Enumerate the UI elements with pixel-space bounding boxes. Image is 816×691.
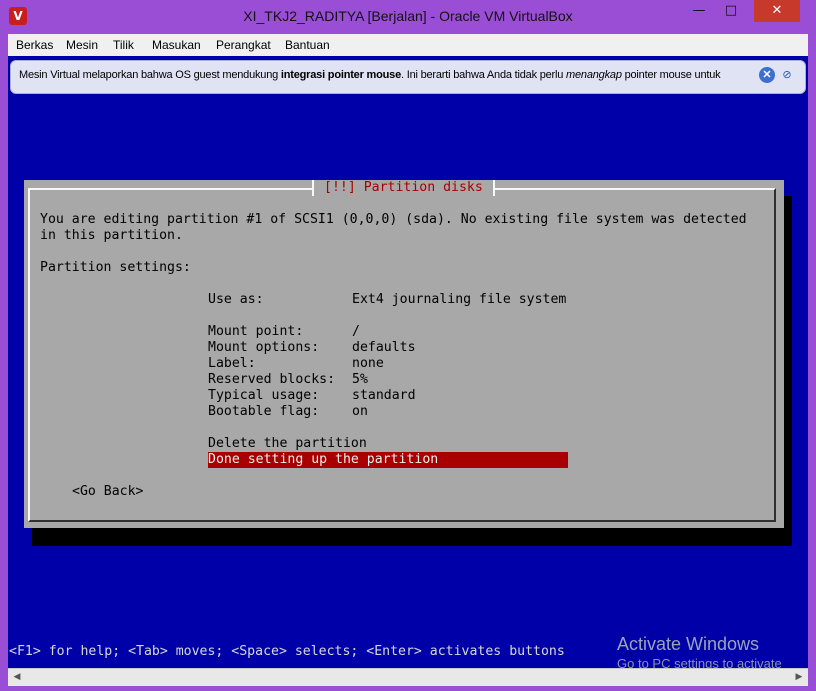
maximize-button[interactable]: □ (718, 0, 744, 22)
horizontal-scrollbar[interactable]: ◀ ▶ (8, 668, 808, 686)
setting-key-label[interactable]: Label: (208, 356, 256, 372)
setting-value-typical-usage[interactable]: standard (352, 388, 416, 404)
setting-key-mount-options[interactable]: Mount options: (208, 340, 319, 356)
go-back-button[interactable]: <Go Back> (72, 484, 143, 500)
settings-heading: Partition settings: (40, 260, 191, 275)
notice-text: Mesin Virtual melaporkan bahwa OS guest … (19, 69, 721, 81)
menu-bantuan[interactable]: Bantuan (285, 38, 330, 52)
mouse-integration-icon[interactable]: ⊘ (779, 67, 795, 83)
intro-text-line-2: in this partition. (40, 228, 183, 243)
done-setting-up-option[interactable]: Done setting up the partition (208, 452, 568, 468)
menu-mesin[interactable]: Mesin (66, 38, 98, 52)
menu-masukan[interactable]: Masukan (152, 38, 201, 52)
setting-value-mount-point[interactable]: / (352, 324, 360, 340)
partition-dialog: [!!] Partition disks You are editing par… (24, 180, 784, 528)
menu-bar: Berkas Mesin Tilik Masukan Perangkat Ban… (8, 34, 808, 56)
minimize-button[interactable]: — (686, 0, 712, 22)
keyboard-hint: <F1> for help; <Tab> moves; <Space> sele… (9, 644, 565, 659)
close-icon[interactable]: ✕ (759, 67, 775, 83)
setting-key-bootable-flag[interactable]: Bootable flag: (208, 404, 319, 420)
menu-berkas[interactable]: Berkas (16, 38, 53, 52)
setting-value-mount-options[interactable]: defaults (352, 340, 416, 356)
menu-perangkat[interactable]: Perangkat (216, 38, 271, 52)
activate-windows-watermark: Activate Windows (617, 634, 760, 654)
setting-value-use-as[interactable]: Ext4 journaling file system (352, 292, 566, 308)
setting-key-use-as[interactable]: Use as: (208, 292, 264, 308)
setting-key-typical-usage[interactable]: Typical usage: (208, 388, 319, 404)
mouse-integration-notice: Mesin Virtual melaporkan bahwa OS guest … (10, 60, 806, 94)
setting-value-label[interactable]: none (352, 356, 384, 372)
setting-value-reserved-blocks[interactable]: 5% (352, 372, 368, 388)
scroll-left-icon[interactable]: ◀ (10, 671, 24, 684)
setting-key-reserved-blocks[interactable]: Reserved blocks: (208, 372, 335, 388)
dialog-title: [!!] Partition disks (312, 180, 495, 196)
close-button[interactable]: ✕ (754, 0, 800, 22)
setting-key-mount-point[interactable]: Mount point: (208, 324, 303, 340)
window-titlebar[interactable]: V XI_TKJ2_RADITYA [Berjalan] - Oracle VM… (0, 0, 816, 34)
intro-text-line-1: You are editing partition #1 of SCSI1 (0… (40, 212, 747, 227)
menu-tilik[interactable]: Tilik (113, 38, 134, 52)
setting-value-bootable-flag[interactable]: on (352, 404, 368, 420)
scroll-right-icon[interactable]: ▶ (792, 671, 806, 684)
delete-partition-option[interactable]: Delete the partition (208, 436, 367, 452)
